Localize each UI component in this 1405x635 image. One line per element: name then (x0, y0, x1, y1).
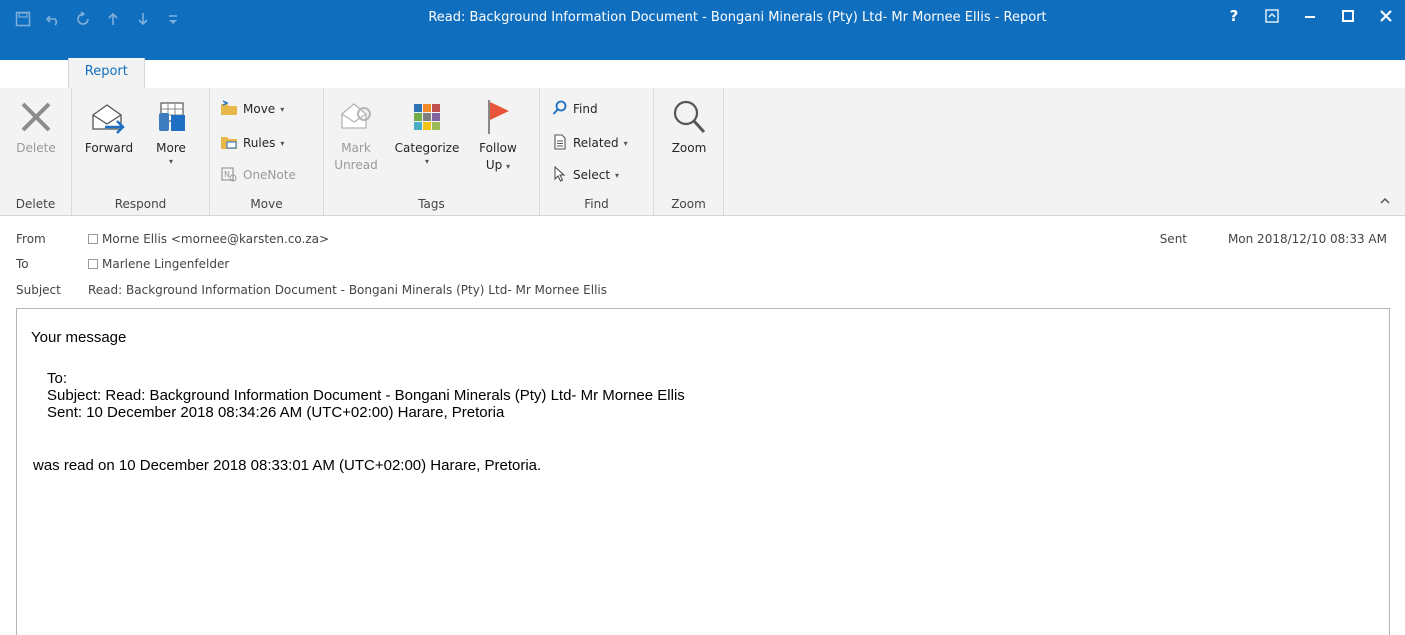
sent-label: Sent (1159, 232, 1187, 246)
categorize-button[interactable]: Categorize ▾ (394, 94, 460, 166)
to-value[interactable]: Marlene Lingenfelder (88, 257, 229, 271)
group-respond: Forward More ▾ Respond (72, 88, 210, 215)
group-find: Find Related ▾ Select ▾ Find (540, 88, 654, 215)
follow-up-button[interactable]: Follow Up ▾ (470, 94, 526, 175)
zoom-button[interactable]: Zoom (664, 94, 714, 157)
group-label-zoom: Zoom (671, 197, 706, 211)
tab-file[interactable]: File (0, 58, 54, 88)
group-zoom: Zoom Zoom (654, 88, 724, 215)
mark-unread-button[interactable]: Mark Unread (332, 94, 380, 174)
contact-checkbox-icon (88, 259, 98, 269)
more-respond-button[interactable]: More ▾ (148, 94, 194, 166)
to-label: To (16, 257, 29, 271)
folder-move-icon (220, 99, 238, 119)
group-move: Move ▾ Rules ▾ N OneNote Move (210, 88, 324, 215)
body-your-message: Your message (31, 329, 127, 346)
group-label-tags: Tags (418, 197, 445, 211)
message-header: From Morne Ellis <mornee@karsten.co.za> … (0, 217, 1405, 305)
from-label: From (16, 232, 46, 246)
body-original-details: To: Subject: Read: Background Informatio… (47, 370, 685, 421)
chevron-down-icon: ▾ (280, 138, 285, 148)
group-delete: Delete Delete (0, 88, 72, 215)
message-body[interactable]: Your message To: Subject: Read: Backgrou… (16, 308, 1390, 635)
group-tags: Mark Unread Categorize ▾ Follow Up ▾ Tag… (324, 88, 540, 215)
maximize-icon[interactable] (1329, 0, 1367, 32)
rules-icon (220, 134, 238, 153)
chevron-down-icon: ▾ (615, 170, 620, 180)
more-icon (148, 94, 194, 140)
chevron-down-icon: ▾ (623, 138, 628, 148)
chevron-down-icon: ▾ (280, 104, 285, 114)
magnifier-icon (664, 94, 714, 140)
close-icon[interactable] (1367, 0, 1405, 32)
body-subject-line: Subject: Read: Background Information Do… (47, 387, 685, 404)
svg-text:N: N (224, 170, 230, 179)
collapse-ribbon-icon[interactable] (1379, 195, 1391, 209)
ribbon-tabs: File Report (0, 58, 145, 88)
move-button[interactable]: Move ▾ (220, 98, 284, 120)
onenote-icon: N (220, 166, 238, 185)
contact-checkbox-icon (88, 234, 98, 244)
search-icon (552, 100, 568, 119)
delete-button[interactable]: Delete (6, 94, 66, 157)
group-label-move: Move (250, 197, 283, 211)
related-button[interactable]: Related ▾ (552, 132, 628, 154)
tab-report[interactable]: Report (67, 58, 145, 88)
delete-icon (6, 94, 66, 140)
rules-button[interactable]: Rules ▾ (220, 132, 284, 154)
body-to-line: To: (47, 370, 68, 387)
sent-value: Mon 2018/12/10 08:33 AM (1227, 232, 1387, 246)
subject-value: Read: Background Information Document - … (88, 283, 607, 297)
group-label-respond: Respond (114, 197, 167, 211)
chevron-down-icon: ▾ (168, 157, 173, 166)
subject-row: Subject Read: Background Information Doc… (0, 279, 1405, 301)
ribbon-display-options-icon[interactable] (1253, 0, 1291, 32)
forward-button[interactable]: Forward (80, 94, 138, 157)
subject-label: Subject (16, 283, 61, 297)
window-title: Read: Background Information Document - … (428, 10, 1047, 25)
envelope-icon (332, 94, 380, 140)
group-label-find: Find (584, 197, 609, 211)
ribbon: Delete Delete Forward More ▾ Respond Mov… (0, 88, 1405, 216)
body-read-line: was read on 10 December 2018 08:33:01 AM… (33, 457, 542, 474)
cursor-icon (552, 165, 568, 185)
categorize-icon (394, 94, 460, 140)
from-row: From Morne Ellis <mornee@karsten.co.za> … (0, 228, 1405, 250)
to-row: To Marlene Lingenfelder (0, 253, 1405, 275)
select-button[interactable]: Select ▾ (552, 164, 619, 186)
flag-icon (470, 94, 526, 140)
document-icon (552, 133, 568, 153)
chevron-down-icon: ▾ (506, 162, 511, 171)
window-controls: ? (1215, 0, 1405, 36)
body-sent-line: Sent: 10 December 2018 08:34:26 AM (UTC+… (47, 404, 505, 421)
onenote-button[interactable]: N OneNote (220, 164, 296, 186)
from-value[interactable]: Morne Ellis <mornee@karsten.co.za> (88, 232, 329, 246)
title-bar: Read: Background Information Document - … (0, 0, 1405, 60)
minimize-icon[interactable] (1291, 0, 1329, 32)
chevron-down-icon: ▾ (424, 157, 429, 166)
find-button[interactable]: Find (552, 98, 598, 120)
help-icon[interactable]: ? (1215, 0, 1253, 32)
forward-icon (80, 94, 138, 140)
group-label-delete: Delete (15, 197, 56, 211)
